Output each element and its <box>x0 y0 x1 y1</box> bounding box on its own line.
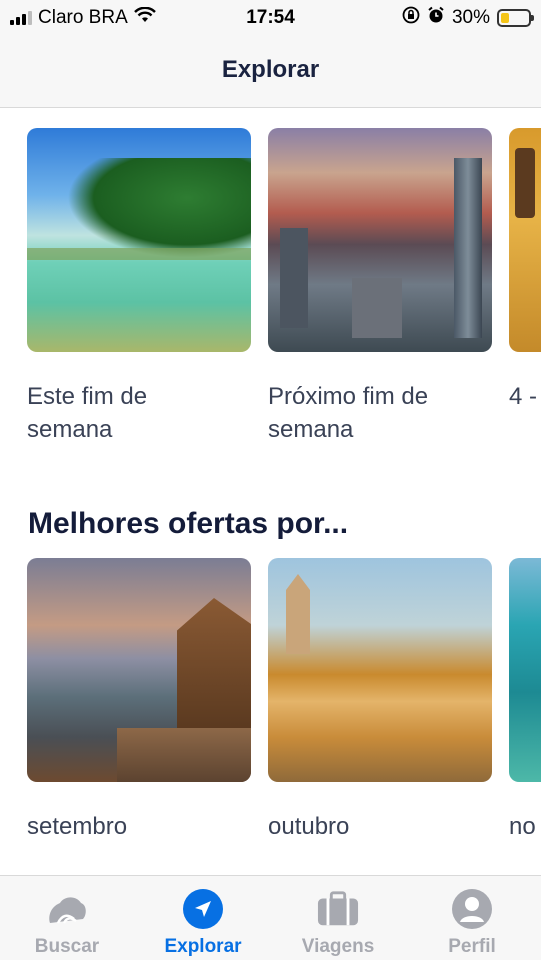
offer-card-september[interactable]: setembro <box>27 558 251 843</box>
tab-perfil[interactable]: Perfil <box>412 888 532 958</box>
status-bar: Claro BRA 17:54 30% <box>0 0 541 36</box>
explore-content[interactable]: Este fim de semana Próximo fim de semana… <box>0 109 541 875</box>
offers-row[interactable]: setembro outubro no <box>0 558 541 840</box>
tab-buscar[interactable]: Buscar <box>7 888 127 958</box>
tab-bar: Buscar Explorar Viagens Perfil <box>0 875 541 960</box>
card-label: Este fim de semana <box>27 383 148 443</box>
tab-viagens[interactable]: Viagens <box>278 888 398 958</box>
section-title: Melhores ofertas por... <box>28 507 349 540</box>
card-label: outubro <box>268 813 350 840</box>
alarm-icon <box>427 6 445 30</box>
colorful-building-image <box>509 128 541 352</box>
card-label: no <box>509 813 536 840</box>
cloud-wave-icon <box>46 888 88 930</box>
suitcase-icon <box>317 888 359 930</box>
weekend-card-this[interactable]: Este fim de semana <box>27 128 251 446</box>
status-right: 30% <box>402 6 534 30</box>
lake-resort-image <box>27 558 251 782</box>
weekend-card-next[interactable]: Próximo fim de semana <box>268 128 492 446</box>
compass-arrow-icon <box>182 888 224 930</box>
tab-label: Buscar <box>34 936 100 957</box>
city-skyline-mountains-image <box>268 128 492 352</box>
card-label: setembro <box>27 813 128 840</box>
card-label: Próximo fim de semana <box>268 383 429 443</box>
weekend-row[interactable]: Este fim de semana Próximo fim de semana… <box>0 128 541 443</box>
navigation-bar: Explorar <box>0 36 541 108</box>
orientation-lock-icon <box>402 6 420 30</box>
tab-label: Perfil <box>448 936 496 957</box>
tropical-beach-image <box>27 128 251 352</box>
offer-card-october[interactable]: outubro <box>268 558 492 843</box>
user-profile-icon <box>451 888 493 930</box>
battery-icon <box>497 9 534 27</box>
tab-label: Viagens <box>301 936 375 957</box>
card-label: 4 - <box>509 383 538 410</box>
tab-label: Explorar <box>164 936 242 957</box>
tab-explorar[interactable]: Explorar <box>143 888 263 958</box>
offer-card-peek[interactable]: no <box>509 558 541 843</box>
coastal-sea-image <box>509 558 541 782</box>
battery-percent: 30% <box>451 7 490 28</box>
autumn-park-lake-image <box>268 558 492 782</box>
weekend-card-peek[interactable]: 4 - <box>509 128 541 413</box>
page-title: Explorar <box>221 56 320 83</box>
